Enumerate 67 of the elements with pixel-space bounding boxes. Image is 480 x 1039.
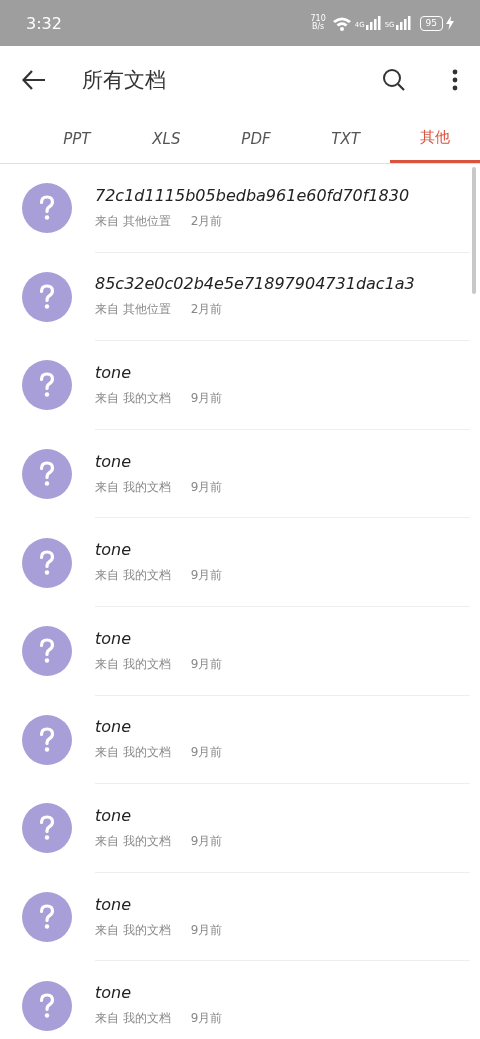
net-speed: 710 xyxy=(310,15,326,23)
file-name: tone xyxy=(95,805,133,825)
file-row[interactable]: tone 来自 我的文档 9月前 xyxy=(0,429,480,519)
signal-icon xyxy=(395,16,412,30)
file-name: 72c1d1115b05bedba961e60fd70f1830 xyxy=(95,185,411,205)
file-name: tone xyxy=(95,983,133,1003)
unknown-file-icon xyxy=(22,183,72,234)
file-name: tone xyxy=(95,363,133,382)
file-row[interactable]: tone 来自 我的文档 9月前 xyxy=(0,784,480,873)
file-time: 9月前 xyxy=(190,832,223,850)
file-name: tone xyxy=(95,717,133,737)
page-title: 所有文档 xyxy=(82,67,167,94)
file-source: 来自 我的文档 xyxy=(95,390,171,407)
file-type-tab[interactable]: PDF xyxy=(211,114,301,163)
file-type-tab[interactable]: TXT xyxy=(300,114,391,163)
unknown-file-icon xyxy=(22,360,72,411)
net-unit: B/s xyxy=(311,23,325,31)
file-time: 9月前 xyxy=(190,744,223,762)
unknown-file-icon xyxy=(22,980,72,1031)
file-row[interactable]: tone 来自 我的文档 9月前 xyxy=(0,961,480,1039)
file-time: 9月前 xyxy=(190,1010,223,1028)
file-name: tone xyxy=(95,540,133,560)
unknown-file-icon xyxy=(22,803,72,854)
file-time: 9月前 xyxy=(190,390,223,407)
unknown-file-icon xyxy=(22,271,72,322)
more-menu-icon[interactable] xyxy=(452,69,458,91)
file-time: 9月前 xyxy=(190,655,223,673)
file-source: 来自 其他位置 xyxy=(95,212,171,230)
file-time: 9月前 xyxy=(190,567,223,585)
file-row[interactable]: tone 来自 我的文档 9月前 xyxy=(0,606,480,696)
file-source: 来自 我的文档 xyxy=(95,478,171,496)
file-source: 来自 我的文档 xyxy=(95,832,171,850)
file-row[interactable]: tone 来自 我的文档 9月前 xyxy=(0,518,480,607)
file-source: 来自 其他位置 xyxy=(95,301,171,319)
signal-icon xyxy=(365,16,382,30)
file-source: 来自 我的文档 xyxy=(95,744,171,762)
file-type-tab[interactable]: PPT xyxy=(32,114,122,163)
file-time: 2月前 xyxy=(190,212,223,230)
file-type-tab[interactable]: XLS xyxy=(121,114,212,163)
battery-level: 95 xyxy=(419,15,443,31)
file-name: tone xyxy=(95,894,133,914)
file-row[interactable]: 72c1d1115b05bedba961e60fd70f1830 来自 其他位置 2月前 xyxy=(0,164,480,253)
file-time: 2月前 xyxy=(190,301,223,319)
file-row[interactable]: 85c32e0c02b4e5e71897904731dac1a3 来自 其他位置 2月前 xyxy=(0,252,480,342)
file-source: 来自 我的文档 xyxy=(95,567,171,585)
file-source: 来自 我的文档 xyxy=(95,655,171,673)
file-type-tab[interactable]: 其他 xyxy=(390,114,480,163)
unknown-file-icon xyxy=(22,449,72,500)
status-time: 3:32 xyxy=(26,13,62,33)
file-name: tone xyxy=(95,628,133,648)
file-row[interactable]: tone 来自 我的文档 9月前 xyxy=(0,695,480,785)
unknown-file-icon xyxy=(22,892,72,943)
file-row[interactable]: tone 来自 我的文档 9月前 xyxy=(0,872,480,962)
file-name: 85c32e0c02b4e5e71897904731dac1a3 xyxy=(95,274,416,294)
file-row[interactable]: tone 来自 我的文档 9月前 xyxy=(0,341,480,430)
file-time: 9月前 xyxy=(190,478,223,496)
file-time: 9月前 xyxy=(190,921,223,939)
unknown-file-icon xyxy=(22,537,72,588)
file-source: 来自 我的文档 xyxy=(95,1010,171,1028)
unknown-file-icon xyxy=(22,714,72,765)
file-name: tone xyxy=(95,451,133,471)
wifi-icon xyxy=(331,15,352,31)
file-source: 来自 我的文档 xyxy=(95,921,171,939)
search-icon[interactable] xyxy=(382,68,406,92)
back-arrow-icon[interactable] xyxy=(22,70,46,90)
unknown-file-icon xyxy=(22,626,72,677)
charging-icon xyxy=(446,16,454,30)
